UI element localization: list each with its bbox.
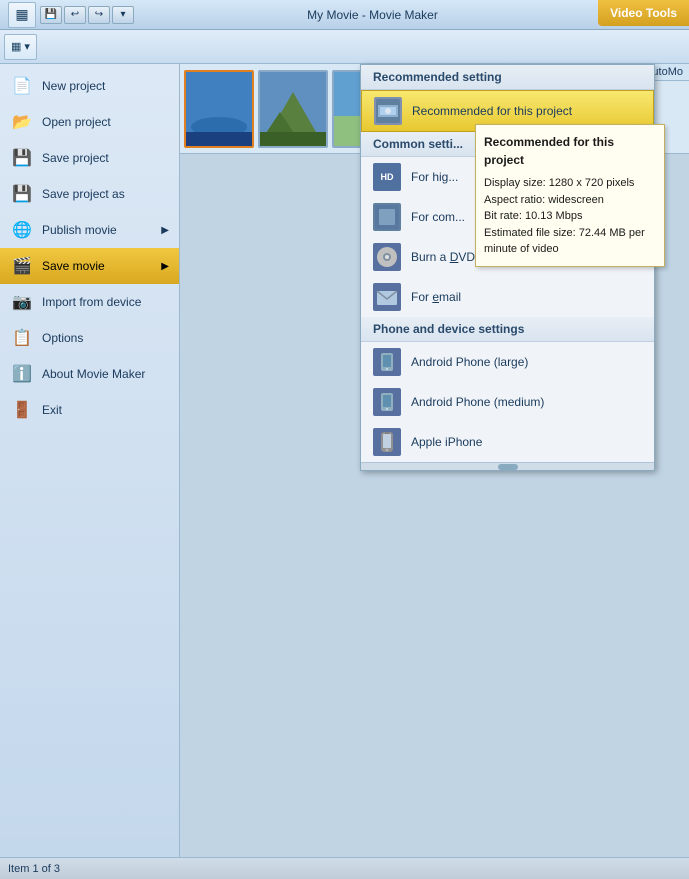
thumb2-image <box>260 72 326 146</box>
about-icon: ℹ️ <box>10 362 34 386</box>
title-bar: ▦ 💾 ↩ ↪ ▾ My Movie - Movie Maker ─ □ ✕ <box>0 0 689 30</box>
publish-arrow: ▶ <box>161 225 169 236</box>
video-tools-badge: Video Tools <box>598 0 689 26</box>
menu-item-open-project[interactable]: 📂 Open project <box>0 104 179 140</box>
save-movie-arrow: ▶ <box>161 261 169 272</box>
app-dropdown-button[interactable]: ▦ ▾ <box>4 34 37 60</box>
left-menu: 📄 New project 📂 Open project 💾 Save proj… <box>0 64 180 857</box>
exit-icon: 🚪 <box>10 398 34 422</box>
dropdown-quick-button[interactable]: ▾ <box>112 6 134 24</box>
save-project-label: Save project <box>42 151 109 165</box>
android-med-img <box>375 390 399 414</box>
for-email-item[interactable]: For email <box>361 277 654 317</box>
menu-item-save-movie[interactable]: 🎬 Save movie ▶ <box>0 248 179 284</box>
publish-icon: 🌐 <box>10 218 34 242</box>
save-as-label: Save project as <box>42 187 125 201</box>
recommended-img <box>376 99 400 123</box>
apple-iphone-label: Apple iPhone <box>411 435 482 449</box>
for-high-icon: HD <box>373 163 401 191</box>
android-large-item[interactable]: Android Phone (large) <box>361 342 654 382</box>
tooltip-line-4: Estimated file size: 72.44 MB per minute… <box>484 225 656 258</box>
app-dropdown-icon: ▦ <box>11 40 21 53</box>
android-medium-item[interactable]: Android Phone (medium) <box>361 382 654 422</box>
email-img <box>375 285 399 309</box>
recommended-header: Recommended setting <box>361 65 654 90</box>
open-project-icon: 📂 <box>10 110 34 134</box>
recommended-label: Recommended for this project <box>412 104 572 118</box>
toolbar: ▦ ▾ <box>0 30 689 64</box>
tooltip-popup: Recommended for this project Display siz… <box>475 124 665 267</box>
thumbnail-2[interactable] <box>258 70 328 148</box>
scroll-thumb[interactable] <box>498 464 518 470</box>
exit-label: Exit <box>42 403 62 417</box>
save-project-icon: 💾 <box>10 146 34 170</box>
options-icon: 📋 <box>10 326 34 350</box>
menu-item-exit[interactable]: 🚪 Exit <box>0 392 179 428</box>
android-img <box>375 350 399 374</box>
burn-dvd-label: Burn a DVD <box>411 250 475 264</box>
menu-item-new-project[interactable]: 📄 New project <box>0 68 179 104</box>
dropdown-scrollbar[interactable] <box>361 462 654 470</box>
new-project-icon: 📄 <box>10 74 34 98</box>
android-medium-icon <box>373 388 401 416</box>
menu-item-options[interactable]: 📋 Options <box>0 320 179 356</box>
menu-item-import[interactable]: 📷 Import from device <box>0 284 179 320</box>
window-title: My Movie - Movie Maker <box>134 8 611 22</box>
options-label: Options <box>42 331 83 345</box>
save-movie-label: Save movie <box>42 259 105 273</box>
for-com-icon <box>373 203 401 231</box>
new-project-label: New project <box>42 79 105 93</box>
app-menu-button[interactable]: ▦ <box>8 2 36 28</box>
tooltip-line-2: Aspect ratio: widescreen <box>484 192 656 209</box>
tooltip-title: Recommended for this project <box>484 133 656 169</box>
open-project-label: Open project <box>42 115 111 129</box>
publish-label: Publish movie <box>42 223 117 237</box>
tooltip-line-3: Bit rate: 10.13 Mbps <box>484 208 656 225</box>
menu-item-publish-movie[interactable]: 🌐 Publish movie ▶ <box>0 212 179 248</box>
thumbnail-1[interactable] <box>184 70 254 148</box>
status-text: Item 1 of 3 <box>8 863 60 875</box>
save-as-icon: 💾 <box>10 182 34 206</box>
thumb1-image <box>186 72 252 146</box>
for-email-label: For email <box>411 290 461 304</box>
about-label: About Movie Maker <box>42 367 145 381</box>
app-dropdown-arrow: ▾ <box>24 40 30 53</box>
android-medium-label: Android Phone (medium) <box>411 395 544 409</box>
android-large-icon <box>373 348 401 376</box>
for-com-label: For com... <box>411 210 465 224</box>
dvd-img <box>375 245 399 269</box>
import-icon: 📷 <box>10 290 34 314</box>
for-high-label: For hig... <box>411 170 458 184</box>
menu-item-save-project-as[interactable]: 💾 Save project as <box>0 176 179 212</box>
save-movie-icon: 🎬 <box>10 254 34 278</box>
apple-iphone-icon <box>373 428 401 456</box>
for-email-icon <box>373 283 401 311</box>
status-bar: Item 1 of 3 <box>0 857 689 879</box>
quick-access-toolbar: 💾 ↩ ↪ ▾ <box>40 6 134 24</box>
recommended-icon <box>374 97 402 125</box>
ribbon-area: AutoMo <box>180 64 689 857</box>
com-img <box>375 205 399 229</box>
main-area: 📄 New project 📂 Open project 💾 Save proj… <box>0 64 689 857</box>
android-large-label: Android Phone (large) <box>411 355 528 369</box>
tooltip-line-1: Display size: 1280 x 720 pixels <box>484 175 656 192</box>
menu-item-about[interactable]: ℹ️ About Movie Maker <box>0 356 179 392</box>
save-quick-button[interactable]: 💾 <box>40 6 62 24</box>
undo-quick-button[interactable]: ↩ <box>64 6 86 24</box>
iphone-img <box>375 430 399 454</box>
import-label: Import from device <box>42 295 141 309</box>
hd-text: HD <box>381 172 394 182</box>
redo-quick-button[interactable]: ↪ <box>88 6 110 24</box>
burn-dvd-icon <box>373 243 401 271</box>
phone-header: Phone and device settings <box>361 317 654 342</box>
apple-iphone-item[interactable]: Apple iPhone <box>361 422 654 462</box>
menu-item-save-project[interactable]: 💾 Save project <box>0 140 179 176</box>
